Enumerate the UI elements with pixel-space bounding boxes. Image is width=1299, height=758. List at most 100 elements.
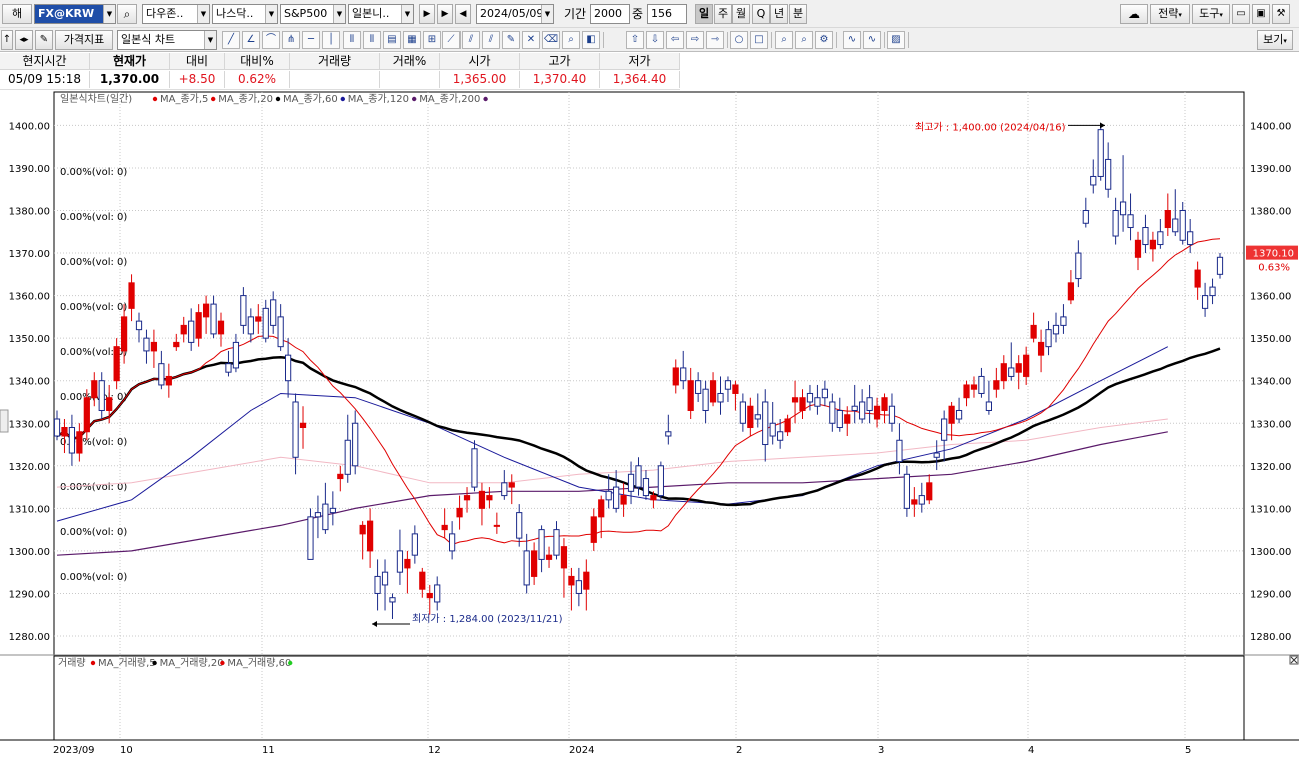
candle-body: [754, 414, 761, 420]
x-tick-label: 3: [878, 745, 884, 756]
quote-header-1: 현재가: [90, 53, 170, 70]
arc-icon[interactable]: ⌒: [262, 31, 280, 49]
arrow-jump-icon[interactable]: ⇾: [706, 31, 724, 49]
period-input[interactable]: 2000: [590, 4, 630, 24]
quote-header-3: 대비%: [225, 53, 290, 70]
chevron-down-icon[interactable]: ▼: [197, 5, 209, 23]
chart-kind-select[interactable]: 일본니.. ▼: [348, 4, 414, 24]
magnifier-icon[interactable]: ⌕: [562, 31, 580, 49]
interval-tab-4[interactable]: 년: [770, 4, 788, 24]
y-tick-left: 1360.00: [9, 292, 50, 303]
angle-line-icon[interactable]: ∠: [242, 31, 260, 49]
candle-body: [709, 380, 717, 403]
chart-type-select[interactable]: 일본식 차트 ▼: [117, 30, 217, 50]
view-button[interactable]: 보기▾: [1257, 30, 1293, 50]
horizontal-line-icon[interactable]: ─: [302, 31, 320, 49]
candle-body: [978, 375, 985, 394]
vertical-line-icon[interactable]: │: [322, 31, 340, 49]
step-forward-button[interactable]: ▶: [437, 4, 453, 24]
gann-grid-icon[interactable]: ▦: [403, 31, 421, 49]
grid-icon[interactable]: ⊞: [423, 31, 441, 49]
delete-icon[interactable]: ✕: [522, 31, 540, 49]
fibo-time-icon[interactable]: ⦀: [363, 31, 381, 49]
cloud-button[interactable]: ☁: [1120, 4, 1148, 24]
market-select[interactable]: 해: [2, 4, 32, 24]
pencil-icon[interactable]: ✎: [502, 31, 520, 49]
cycle-lines-icon[interactable]: ⦀: [343, 31, 361, 49]
y-tick-right: 1290.00: [1250, 589, 1291, 600]
circle-icon[interactable]: ○: [730, 31, 748, 49]
interval-tab-1[interactable]: 주: [714, 4, 732, 24]
strategy-button[interactable]: 전략▾: [1150, 4, 1190, 24]
date-input[interactable]: 2024/05/09 ▼: [476, 4, 554, 24]
channel-icon[interactable]: ⟋: [442, 31, 460, 49]
arrow-up-button[interactable]: ↑: [1, 30, 13, 50]
index-select[interactable]: S&P500 ▼: [280, 4, 346, 24]
candle-body: [374, 575, 381, 594]
interval-tab-3[interactable]: Q: [752, 4, 770, 24]
arrow-right-icon[interactable]: ⇨: [686, 31, 704, 49]
trendline-icon[interactable]: ╱: [222, 31, 240, 49]
settings-icon[interactable]: ⚙: [815, 31, 833, 49]
eraser-icon[interactable]: ⌫: [542, 31, 560, 49]
symbol-code-input[interactable]: FX@KRW ▼: [34, 4, 116, 24]
middle-input[interactable]: 156: [647, 4, 687, 24]
candle-body: [1194, 269, 1201, 288]
y-tick-right: 1330.00: [1250, 419, 1291, 430]
quote-value-7: 1,370.40: [520, 71, 600, 88]
play-icon: ▶: [423, 9, 431, 19]
arrow-up-icon[interactable]: ⇧: [626, 31, 644, 49]
tools-button[interactable]: 도구▾: [1192, 4, 1230, 24]
chevron-down-icon[interactable]: ▼: [541, 5, 553, 23]
candle-body: [217, 320, 225, 335]
drawing-toolbar: ↑ ◂▸ ✎ 가격지표 일본식 차트▼ ╱∠⌒⋔─│⦀⦀▤▦⊞⋯⟋⫽⫽✎✕⌫⌕◧…: [0, 28, 1299, 52]
save-button[interactable]: ▣: [1252, 4, 1270, 24]
index-exchange-select[interactable]: 나스닥.. ▼: [212, 4, 278, 24]
parallel-icon[interactable]: ⫽: [462, 31, 480, 49]
price-chart[interactable]: 1400.00 1400.00 1390.00 1390.00 1380.00 1380.…: [0, 90, 1299, 758]
fibo-retrace-icon[interactable]: ▤: [383, 31, 401, 49]
candle-body: [441, 524, 448, 531]
edit-button[interactable]: ✎: [35, 30, 53, 50]
rectangle-icon[interactable]: □: [750, 31, 768, 49]
candle-body: [61, 427, 68, 437]
step-back-button[interactable]: ◀: [455, 4, 471, 24]
expand-button[interactable]: ◂▸: [15, 30, 33, 50]
y-tick-left: 1400.00: [9, 121, 50, 132]
fill-icon[interactable]: ◧: [582, 31, 600, 49]
wave-alt-icon[interactable]: ∿: [863, 31, 881, 49]
arrow-down-icon[interactable]: ⇩: [646, 31, 664, 49]
candle-body: [150, 341, 158, 352]
chevron-down-icon[interactable]: ▼: [103, 5, 115, 23]
chevron-down-icon[interactable]: ▼: [204, 31, 216, 49]
candle-body: [598, 499, 605, 518]
arrow-left-icon[interactable]: ⇦: [666, 31, 684, 49]
play-next-button[interactable]: ▶: [419, 4, 435, 24]
candle-body: [1060, 316, 1067, 326]
image-icon[interactable]: ▨: [887, 31, 905, 49]
interval-tab-5[interactable]: 분: [789, 4, 807, 24]
search-button[interactable]: ⌕: [117, 4, 137, 24]
interval-tab-2[interactable]: 월: [732, 4, 750, 24]
exchange-select[interactable]: 다우존.. ▼: [142, 4, 210, 24]
chevron-down-icon[interactable]: ▼: [265, 5, 277, 23]
candle-body: [553, 529, 560, 556]
zoom-in-icon[interactable]: ⌕: [775, 31, 793, 49]
candle-body: [113, 346, 120, 382]
interval-tab-0[interactable]: 일: [695, 4, 713, 24]
wave-icon[interactable]: ∿: [843, 31, 861, 49]
candle-body: [844, 414, 851, 424]
chevron-down-icon[interactable]: ▼: [333, 5, 345, 23]
open-folder-button[interactable]: ▭: [1232, 4, 1250, 24]
zoom-out-icon[interactable]: ⌕: [795, 31, 813, 49]
fan-icon[interactable]: ⋔: [282, 31, 300, 49]
candle-body: [396, 550, 404, 573]
candle-body: [486, 495, 493, 501]
chevron-down-icon[interactable]: ▼: [401, 5, 413, 23]
indicator-button[interactable]: 가격지표: [55, 30, 113, 50]
legend-dot: [211, 96, 216, 102]
pitchfork-icon[interactable]: ⫽: [482, 31, 500, 49]
y-tick-right: 1390.00: [1250, 164, 1291, 175]
wrench-button[interactable]: ⚒: [1272, 4, 1290, 24]
candle-body: [560, 546, 568, 569]
